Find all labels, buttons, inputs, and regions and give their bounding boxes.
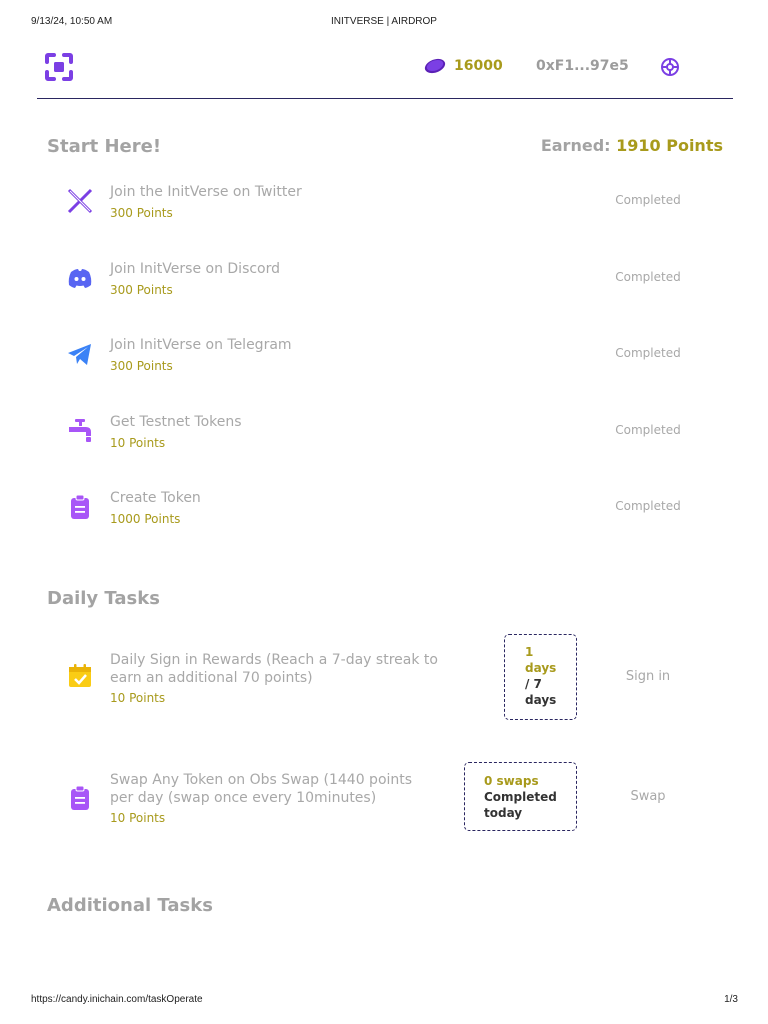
faucet-icon [69, 419, 91, 442]
daily-tasks-title: Daily Tasks [47, 588, 160, 609]
task-status: Completed [615, 193, 681, 207]
print-footer: https://candy.inichain.com/taskOperate 1… [0, 994, 768, 1008]
wallet-address[interactable]: 0xF1...97e5 [536, 58, 629, 74]
start-here-title: Start Here! [47, 136, 162, 157]
x-twitter-icon [67, 188, 93, 214]
earned-points: Earned: 1910 Points [541, 136, 723, 155]
print-page-title: INITVERSE | AIRDROP [331, 16, 437, 27]
task-name-line1: Swap Any Token on Obs Swap (1440 points [110, 772, 413, 788]
streak-total: / 7 [525, 677, 542, 691]
task-points: 300 Points [110, 359, 173, 373]
sign-in-button[interactable]: Sign in [598, 669, 698, 684]
task-points: 300 Points [110, 206, 173, 220]
task-status: Completed [615, 346, 681, 360]
swap-count: 0 swaps [484, 774, 539, 788]
print-url: https://candy.inichain.com/taskOperate [31, 994, 203, 1005]
streak-total-unit: days [525, 693, 557, 707]
task-status: Completed [615, 499, 681, 513]
task-status: Completed [615, 270, 681, 284]
streak-counter: 1 days / 7 days [504, 634, 577, 720]
initverse-logo-icon[interactable] [44, 52, 74, 82]
streak-current: 1 [525, 645, 534, 659]
coin-icon [424, 58, 446, 74]
calendar-check-icon [69, 664, 91, 687]
additional-tasks-title: Additional Tasks [47, 895, 213, 916]
swap-completed-label: Completed [484, 790, 557, 804]
print-header: 9/13/24, 10:50 AM INITVERSE | AIRDROP [0, 16, 768, 30]
task-name: Join InitVerse on Telegram [110, 337, 292, 353]
earned-label: Earned: [540, 136, 611, 155]
task-name: Get Testnet Tokens [110, 414, 242, 430]
earned-value: 1910 Points [616, 136, 723, 155]
task-points: 10 Points [110, 691, 166, 705]
swap-button[interactable]: Swap [598, 789, 698, 804]
task-name-line2: per day (swap once every 10minutes) [110, 790, 377, 806]
task-name: Create Token [110, 490, 201, 506]
clipboard-icon [71, 494, 89, 519]
task-points: 1000 Points [110, 512, 181, 526]
task-points: 10 Points [110, 811, 166, 825]
print-page-number: 1/3 [724, 994, 738, 1005]
nav-divider [37, 98, 733, 99]
points-balance: 16000 [454, 58, 503, 74]
task-name: Join the InitVerse on Twitter [110, 184, 302, 200]
task-name-line1: Daily Sign in Rewards (Reach a 7-day str… [110, 652, 438, 668]
telegram-icon [68, 344, 91, 365]
swap-today-label: today [484, 806, 523, 820]
swap-counter: 0 swaps Completed today [464, 762, 577, 831]
task-points: 300 Points [110, 283, 173, 297]
task-name: Join InitVerse on Discord [110, 261, 281, 277]
streak-current-unit: days [525, 661, 557, 675]
task-status: Completed [615, 423, 681, 437]
clipboard-icon [71, 785, 89, 810]
task-name-line2: earn an additional 70 points) [110, 670, 313, 686]
settings-icon[interactable] [660, 57, 680, 77]
discord-icon [68, 269, 92, 288]
task-points: 10 Points [110, 436, 166, 450]
